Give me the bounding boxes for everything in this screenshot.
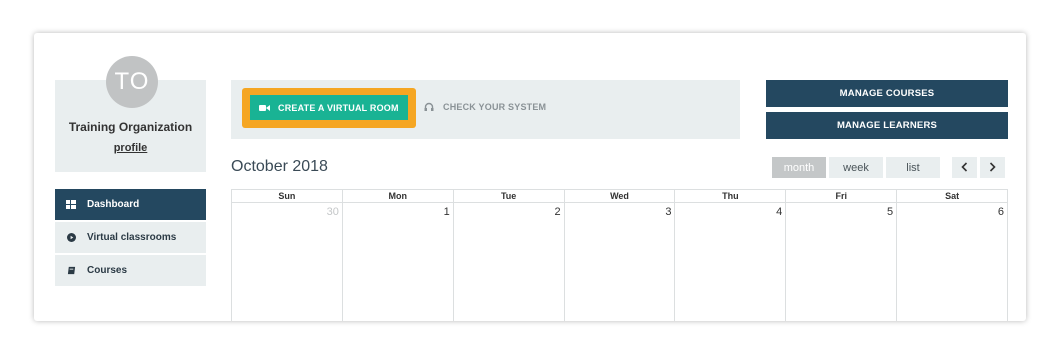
profile-link[interactable]: profile	[55, 142, 206, 154]
weekday-header: Thu	[675, 190, 787, 202]
action-bar: CREATE A VIRTUAL ROOM CHECK YOUR SYSTEM	[231, 80, 740, 139]
calendar-day-cell[interactable]: 2	[454, 203, 565, 321]
calendar-day-cell[interactable]: 5	[786, 203, 898, 321]
sidebar-item-label: Dashboard	[87, 199, 140, 210]
sidebar-item-virtual-classrooms[interactable]: Virtual classrooms	[55, 222, 206, 253]
weekday-header: Sun	[232, 190, 343, 202]
calendar-day-cell[interactable]: 30	[232, 203, 343, 321]
sidebar-item-label: Virtual classrooms	[87, 232, 177, 243]
sidebar-nav: Dashboard Virtual classrooms Courses	[55, 189, 206, 288]
view-list-button[interactable]: list	[886, 157, 940, 178]
headphones-icon	[424, 102, 434, 112]
calendar-title: October 2018	[231, 158, 328, 175]
dashboard-icon	[66, 200, 76, 210]
calendar-week-row: 30 1 2 3 4 5 6	[232, 203, 1009, 321]
check-system-label: CHECK YOUR SYSTEM	[443, 102, 547, 112]
calendar-day-cell[interactable]: 4	[675, 203, 787, 321]
next-month-button[interactable]	[980, 157, 1005, 178]
manage-courses-button[interactable]: MANAGE COURSES	[766, 80, 1008, 107]
calendar-day-cell[interactable]: 6	[897, 203, 1009, 321]
chevron-right-icon	[989, 159, 996, 177]
video-camera-icon	[259, 104, 270, 112]
calendar-grid: Sun Mon Tue Wed Thu Fri Sat 30 1 2 3 4 5…	[231, 189, 1009, 321]
sidebar-item-label: Courses	[87, 265, 128, 276]
create-virtual-room-label: CREATE A VIRTUAL ROOM	[278, 102, 399, 113]
organization-name: Training Organization	[68, 120, 193, 134]
view-month-button[interactable]: month	[772, 157, 826, 178]
create-virtual-room-button[interactable]: CREATE A VIRTUAL ROOM	[250, 95, 408, 120]
dashboard-card: Training Organization profile TO Dashboa…	[34, 33, 1026, 321]
weekday-header-row: Sun Mon Tue Wed Thu Fri Sat	[232, 189, 1009, 203]
calendar-day-cell[interactable]: 3	[565, 203, 676, 321]
book-icon	[66, 266, 76, 276]
manage-learners-button[interactable]: MANAGE LEARNERS	[766, 112, 1008, 139]
previous-month-button[interactable]	[952, 157, 977, 178]
view-week-button[interactable]: week	[829, 157, 883, 178]
weekday-header: Wed	[565, 190, 676, 202]
weekday-header: Tue	[454, 190, 565, 202]
sidebar-item-courses[interactable]: Courses	[55, 255, 206, 286]
weekday-header: Sat	[897, 190, 1009, 202]
calendar-day-cell[interactable]: 1	[343, 203, 454, 321]
play-circle-icon	[66, 233, 76, 243]
avatar: TO	[106, 56, 158, 108]
sidebar-item-dashboard[interactable]: Dashboard	[55, 189, 206, 220]
create-room-highlight: CREATE A VIRTUAL ROOM	[242, 88, 416, 128]
check-system-link[interactable]: CHECK YOUR SYSTEM	[424, 102, 546, 112]
weekday-header: Mon	[343, 190, 454, 202]
weekday-header: Fri	[786, 190, 898, 202]
chevron-left-icon	[961, 159, 968, 177]
